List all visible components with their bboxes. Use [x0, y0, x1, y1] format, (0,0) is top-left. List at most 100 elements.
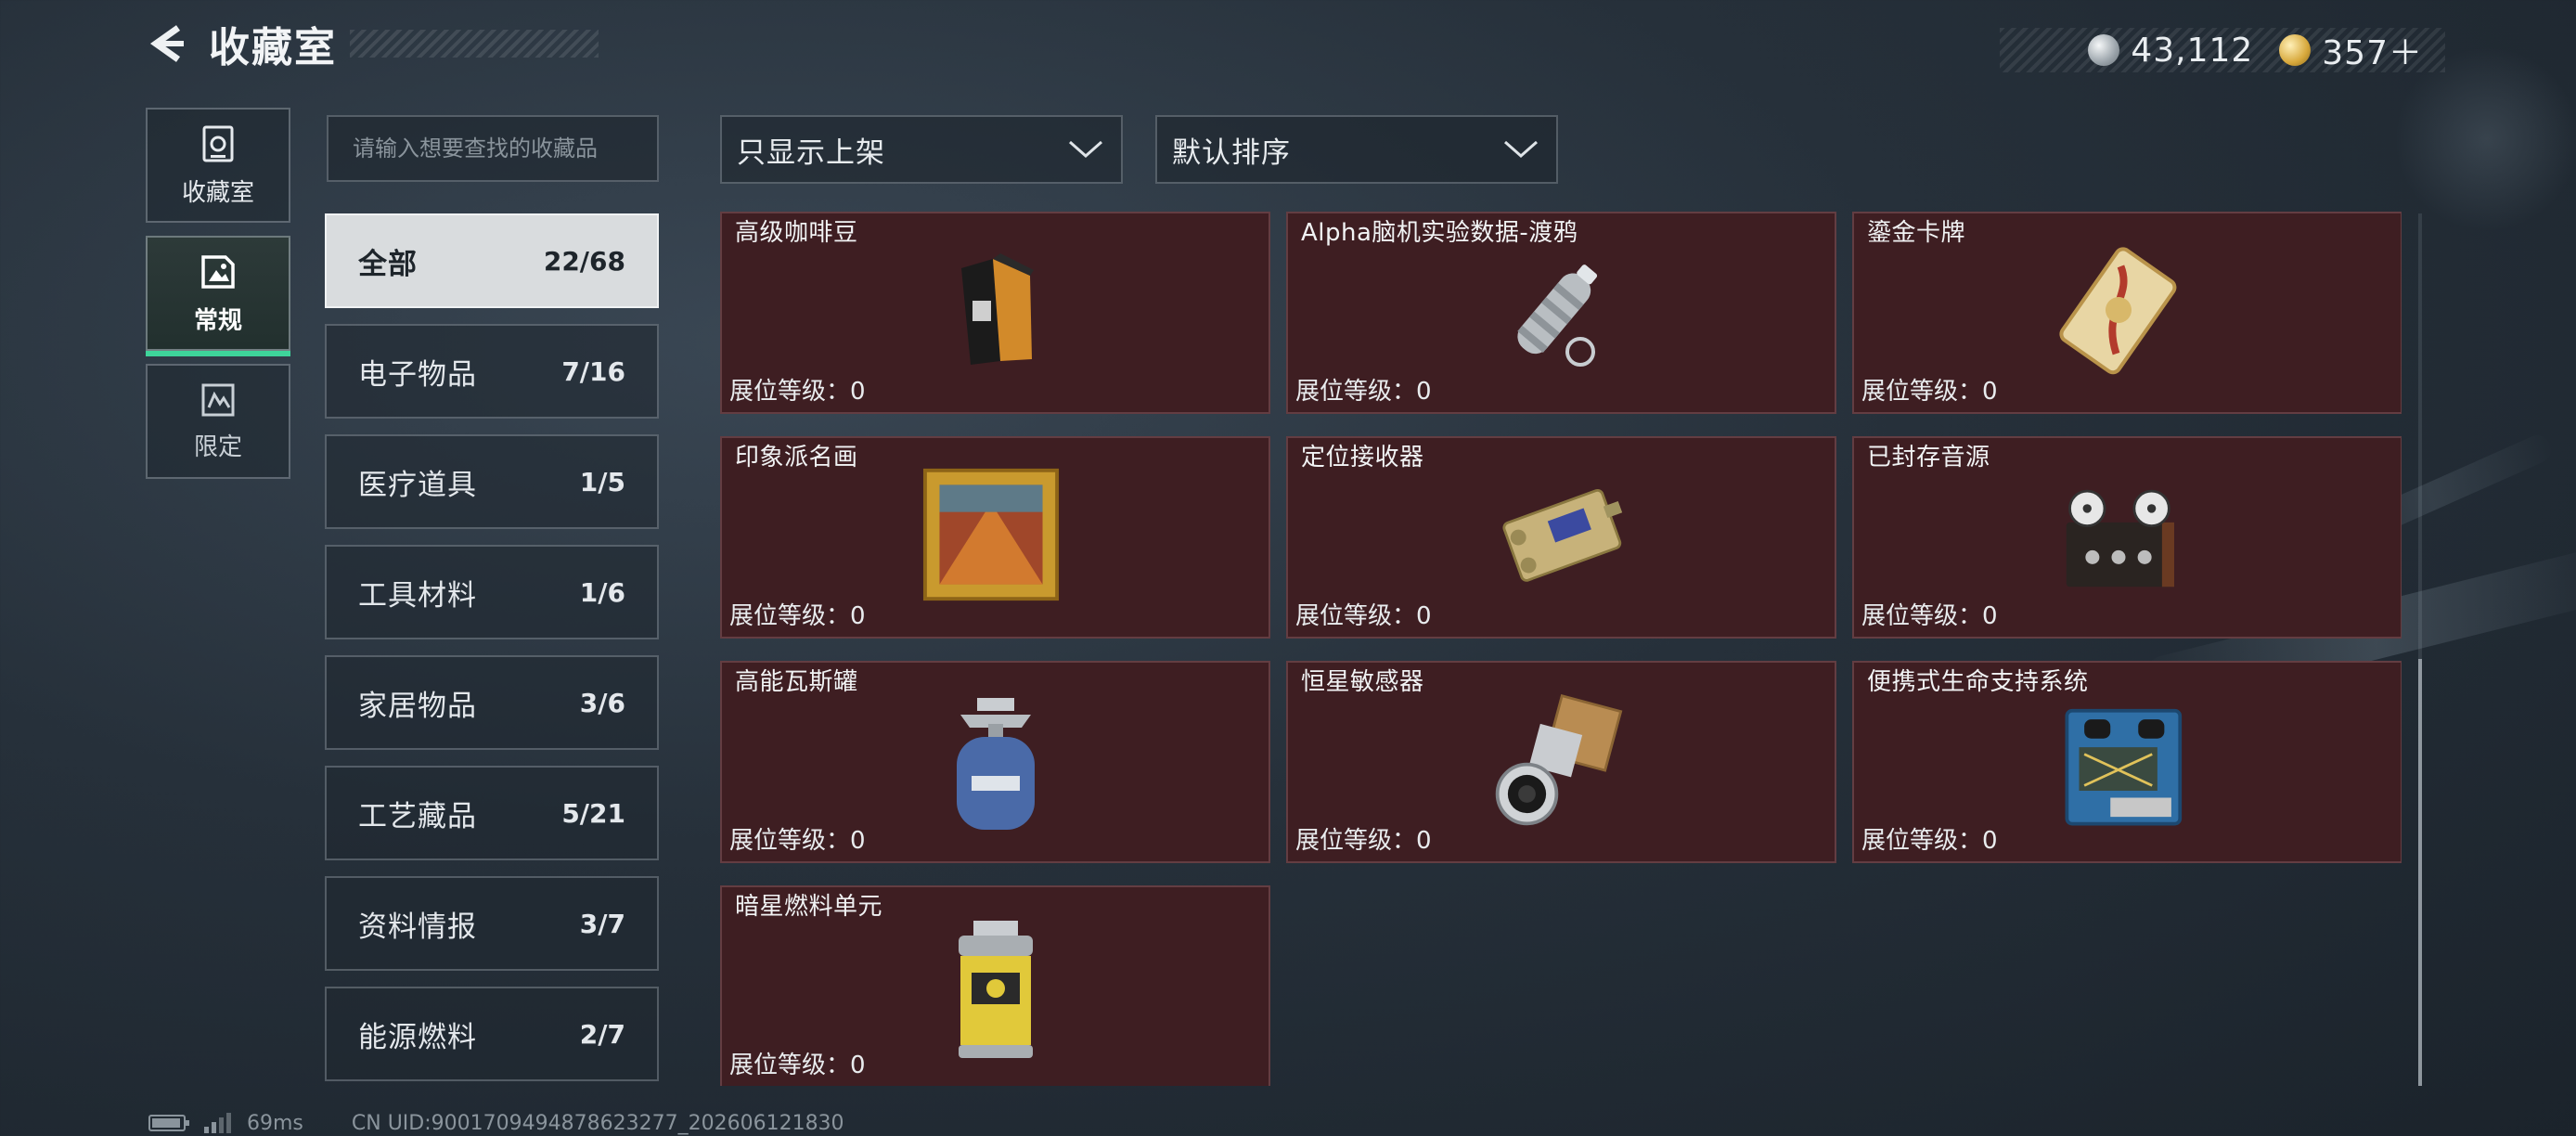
level-value: 0	[1982, 827, 1998, 855]
status-footer: 69ms CN UID:9001709494878623277_20260612…	[148, 1110, 844, 1136]
level-label: 展位等级：	[1295, 378, 1417, 406]
battery-icon	[148, 1115, 189, 1131]
receiver-icon	[1492, 470, 1631, 600]
gold-amount: 357＋	[2322, 34, 2423, 72]
search-input[interactable]	[353, 136, 633, 161]
gold-coin-icon	[2279, 34, 2312, 66]
limited-icon	[201, 383, 235, 416]
rail-label: 限定	[193, 432, 242, 461]
silver-coin-icon	[2088, 34, 2120, 66]
life-support-icon	[2058, 689, 2197, 837]
collection-grid: 高级咖啡豆 展位等级：0 Alpha脑机实验数据-渡鸦 展位等级：0 鎏金卡牌 …	[720, 212, 2402, 1086]
category-crafts[interactable]: 工艺藏品 5/21	[325, 766, 659, 860]
sort-value: 默认排序	[1172, 136, 1291, 170]
item-level: 展位等级：0	[1861, 597, 1998, 631]
rail-label: 收藏室	[181, 178, 254, 207]
item-name: 鎏金卡牌	[1867, 219, 1966, 247]
category-count: 1/6	[579, 576, 625, 608]
category-count: 5/21	[561, 797, 625, 829]
collection-room-icon	[202, 125, 234, 161]
collection-item-card[interactable]: 印象派名画 展位等级：0	[720, 436, 1270, 639]
item-name: 印象派名画	[735, 444, 858, 471]
chevron-down-icon	[1069, 140, 1102, 159]
level-value: 0	[850, 827, 866, 855]
level-label: 展位等级：	[1295, 602, 1417, 630]
collection-item-card[interactable]: 高能瓦斯罐 展位等级：0	[720, 661, 1270, 863]
item-level: 展位等级：0	[1295, 372, 1432, 407]
collection-item-card[interactable]: 恒星敏感器 展位等级：0	[1286, 661, 1836, 863]
level-value: 0	[850, 1052, 866, 1079]
item-name: 便携式生命支持系统	[1867, 668, 2089, 696]
gold-currency[interactable]: 357＋	[2279, 26, 2423, 74]
fuel-cell-icon	[926, 915, 1065, 1064]
category-count: 22/68	[543, 245, 625, 277]
star-sensor-icon	[1492, 693, 1631, 826]
gas-tank-icon	[926, 691, 1065, 839]
category-count: 2/7	[579, 1018, 625, 1050]
item-level: 展位等级：0	[1295, 597, 1432, 631]
level-value: 0	[1982, 378, 1998, 406]
item-level: 展位等级：0	[729, 821, 866, 856]
painting-icon	[921, 468, 1061, 601]
category-name: 电子物品	[358, 357, 477, 392]
category-all[interactable]: 全部 22/68	[325, 213, 659, 308]
grid-scrollbar[interactable]	[2418, 213, 2422, 1086]
rail-tab-limited[interactable]: 限定	[146, 364, 290, 479]
level-value: 0	[850, 378, 866, 406]
page-header: 收藏室	[144, 19, 599, 71]
item-level: 展位等级：0	[729, 372, 866, 407]
reel-recorder-icon	[2049, 470, 2188, 600]
category-count: 3/7	[579, 908, 625, 939]
rail-tab-collection-room[interactable]: 收藏室	[146, 108, 290, 223]
silver-currency[interactable]: 43,112	[2088, 32, 2253, 70]
category-medical[interactable]: 医疗道具 1/5	[325, 434, 659, 529]
item-level: 展位等级：0	[729, 1046, 866, 1080]
display-filter-dropdown[interactable]: 只显示上架	[720, 115, 1123, 184]
category-electronics[interactable]: 电子物品 7/16	[325, 324, 659, 419]
left-rail: 收藏室 常规 限定	[146, 108, 290, 492]
level-label: 展位等级：	[1861, 827, 1983, 855]
item-level: 展位等级：0	[1861, 372, 1998, 407]
regular-icon	[201, 254, 235, 289]
category-name: 能源燃料	[358, 1020, 477, 1054]
item-name: Alpha脑机实验数据-渡鸦	[1301, 219, 1578, 247]
category-name: 资料情报	[358, 910, 477, 944]
currency-bar: 43,112 357＋	[2000, 28, 2445, 72]
item-level: 展位等级：0	[729, 597, 866, 631]
item-level: 展位等级：0	[1861, 821, 1998, 856]
scrollbar-thumb[interactable]	[2418, 659, 2422, 1086]
data-canister-icon	[1488, 245, 1627, 375]
signal-icon	[204, 1113, 231, 1133]
item-name: 高能瓦斯罐	[735, 668, 858, 696]
level-label: 展位等级：	[729, 1052, 851, 1079]
gold-card-icon	[2049, 245, 2188, 375]
category-household[interactable]: 家居物品 3/6	[325, 655, 659, 750]
collection-item-card[interactable]: 定位接收器 展位等级：0	[1286, 436, 1836, 639]
sort-dropdown[interactable]: 默认排序	[1155, 115, 1558, 184]
search-box[interactable]	[327, 115, 659, 182]
collection-item-card[interactable]: 高级咖啡豆 展位等级：0	[720, 212, 1270, 414]
category-tools[interactable]: 工具材料 1/6	[325, 545, 659, 639]
level-label: 展位等级：	[1861, 378, 1983, 406]
level-label: 展位等级：	[729, 602, 851, 630]
rail-label: 常规	[193, 306, 242, 335]
collection-item-card[interactable]: 暗星燃料单元 展位等级：0	[720, 885, 1270, 1086]
category-fuel[interactable]: 能源燃料 2/7	[325, 987, 659, 1081]
collection-item-card[interactable]: 鎏金卡牌 展位等级：0	[1852, 212, 2402, 414]
collection-item-card[interactable]: 已封存音源 展位等级：0	[1852, 436, 2402, 639]
category-intel[interactable]: 资料情报 3/7	[325, 876, 659, 971]
coffee-bag-icon	[926, 245, 1065, 375]
collection-item-card[interactable]: 便携式生命支持系统 展位等级：0	[1852, 661, 2402, 863]
collection-item-card[interactable]: Alpha脑机实验数据-渡鸦 展位等级：0	[1286, 212, 1836, 414]
title-decoration	[350, 30, 599, 58]
rail-tab-regular[interactable]: 常规	[146, 236, 290, 356]
display-filter-value: 只显示上架	[737, 136, 885, 170]
level-value: 0	[1982, 602, 1998, 630]
level-value: 0	[1416, 378, 1432, 406]
level-label: 展位等级：	[729, 378, 851, 406]
page-title: 收藏室	[209, 24, 337, 71]
back-button[interactable]	[144, 19, 192, 68]
category-count: 7/16	[561, 355, 625, 387]
item-name: 定位接收器	[1301, 444, 1424, 471]
silver-amount: 43,112	[2131, 31, 2254, 70]
